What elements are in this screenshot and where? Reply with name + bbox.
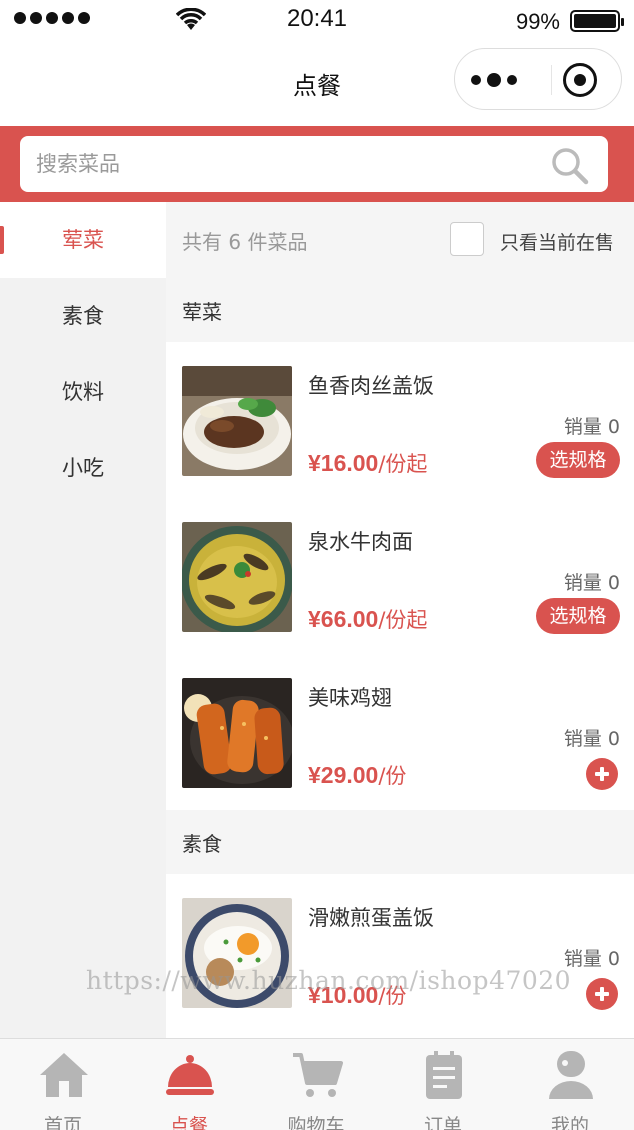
dish-sales: 销量 0 bbox=[563, 948, 620, 970]
tab-label: 我的 bbox=[550, 1115, 589, 1130]
list-summary: 共有 6 件菜品 只看当前在售 bbox=[166, 202, 634, 278]
dish-item[interactable]: 滑嫩煎蛋盖饭 销量 0 ¥10.00/份 bbox=[166, 874, 634, 1030]
tab-label: 首页 bbox=[43, 1115, 82, 1130]
select-spec-button[interactable]: 选规格 bbox=[536, 442, 620, 478]
dish-item[interactable]: 美味鸡翅 销量 0 ¥29.00/份 bbox=[166, 654, 634, 810]
dish-photo bbox=[182, 366, 292, 476]
more-dots-icon[interactable] bbox=[471, 73, 517, 87]
dish-sales: 销量 0 bbox=[563, 572, 620, 594]
dish-name: 美味鸡翅 bbox=[308, 686, 392, 710]
select-spec-button[interactable]: 选规格 bbox=[536, 598, 620, 634]
battery-percent: 99% bbox=[515, 9, 560, 34]
tab-label: 购物车 bbox=[287, 1115, 345, 1130]
dish-item[interactable]: 泉水牛肉面 销量 0 ¥66.00/份起 选规格 bbox=[166, 498, 634, 654]
cart-icon bbox=[293, 1053, 343, 1097]
section-title: 素食 bbox=[182, 832, 222, 856]
dish-name: 泉水牛肉面 bbox=[308, 530, 413, 554]
battery-icon bbox=[570, 10, 624, 32]
category-item-snacks[interactable]: 小吃 bbox=[0, 430, 166, 506]
tab-order-food[interactable]: 点餐 bbox=[126, 1039, 252, 1130]
tab-label: 订单 bbox=[423, 1115, 462, 1130]
tab-cart[interactable]: 购物车 bbox=[253, 1039, 379, 1130]
nav-bar: 点餐 bbox=[0, 40, 634, 126]
search-box[interactable] bbox=[20, 136, 608, 192]
category-sidebar: 荤菜 素食 饮料 小吃 bbox=[0, 202, 166, 1038]
status-bar: 20:41 99% bbox=[0, 0, 634, 40]
home-icon bbox=[40, 1053, 88, 1097]
price-amount: ¥16.00 bbox=[308, 450, 379, 476]
order-list-icon bbox=[426, 1051, 462, 1099]
target-circle-icon[interactable] bbox=[563, 63, 597, 97]
category-item-meat[interactable]: 荤菜 bbox=[0, 202, 166, 278]
search-bar bbox=[0, 126, 634, 202]
section-header: 素食 bbox=[166, 810, 634, 874]
dish-price: ¥16.00/份起 bbox=[308, 448, 427, 478]
dish-photo bbox=[182, 678, 292, 788]
dish-list: 共有 6 件菜品 只看当前在售 荤菜 鱼香肉丝盖饭 销量 0 ¥16.00/份起… bbox=[166, 202, 634, 1038]
capsule-divider bbox=[551, 65, 552, 95]
tab-bar: 首页 点餐 购物车 订单 我的 bbox=[0, 1038, 634, 1130]
dish-name: 滑嫩煎蛋盖饭 bbox=[308, 906, 434, 930]
tab-profile[interactable]: 我的 bbox=[507, 1039, 633, 1130]
price-unit: /份 bbox=[378, 764, 407, 788]
tab-label: 点餐 bbox=[169, 1115, 208, 1130]
cloche-icon bbox=[166, 1055, 214, 1095]
search-icon[interactable] bbox=[548, 144, 592, 188]
mini-program-capsule bbox=[454, 48, 622, 110]
section-header: 荤菜 bbox=[166, 278, 634, 342]
price-amount: ¥29.00 bbox=[308, 762, 379, 788]
search-input[interactable] bbox=[36, 150, 536, 178]
tab-home[interactable]: 首页 bbox=[0, 1039, 126, 1130]
dish-price: ¥29.00/份 bbox=[308, 760, 406, 790]
dish-price: ¥66.00/份起 bbox=[308, 604, 427, 634]
price-unit: /份起 bbox=[378, 452, 428, 476]
dish-name: 鱼香肉丝盖饭 bbox=[308, 374, 434, 398]
dish-photo bbox=[182, 522, 292, 632]
tab-orders[interactable]: 订单 bbox=[380, 1039, 506, 1130]
on-sale-checkbox[interactable] bbox=[450, 222, 484, 256]
watermark-text: https://www.huzhan.com/ishop47020 bbox=[86, 966, 572, 995]
on-sale-checkbox-label[interactable]: 只看当前在售 bbox=[500, 228, 614, 255]
add-icon[interactable] bbox=[586, 978, 618, 1010]
add-icon[interactable] bbox=[586, 758, 618, 790]
category-item-vegetarian[interactable]: 素食 bbox=[0, 278, 166, 354]
section-title: 荤菜 bbox=[182, 300, 222, 324]
user-icon bbox=[549, 1051, 593, 1099]
price-amount: ¥66.00 bbox=[308, 606, 379, 632]
dish-sales: 销量 0 bbox=[563, 728, 620, 750]
category-item-drinks[interactable]: 饮料 bbox=[0, 354, 166, 430]
dish-count: 共有 6 件菜品 bbox=[182, 230, 308, 254]
price-unit: /份起 bbox=[378, 608, 428, 632]
dish-item[interactable]: 鱼香肉丝盖饭 销量 0 ¥16.00/份起 选规格 bbox=[166, 342, 634, 498]
dish-sales: 销量 0 bbox=[563, 416, 620, 438]
